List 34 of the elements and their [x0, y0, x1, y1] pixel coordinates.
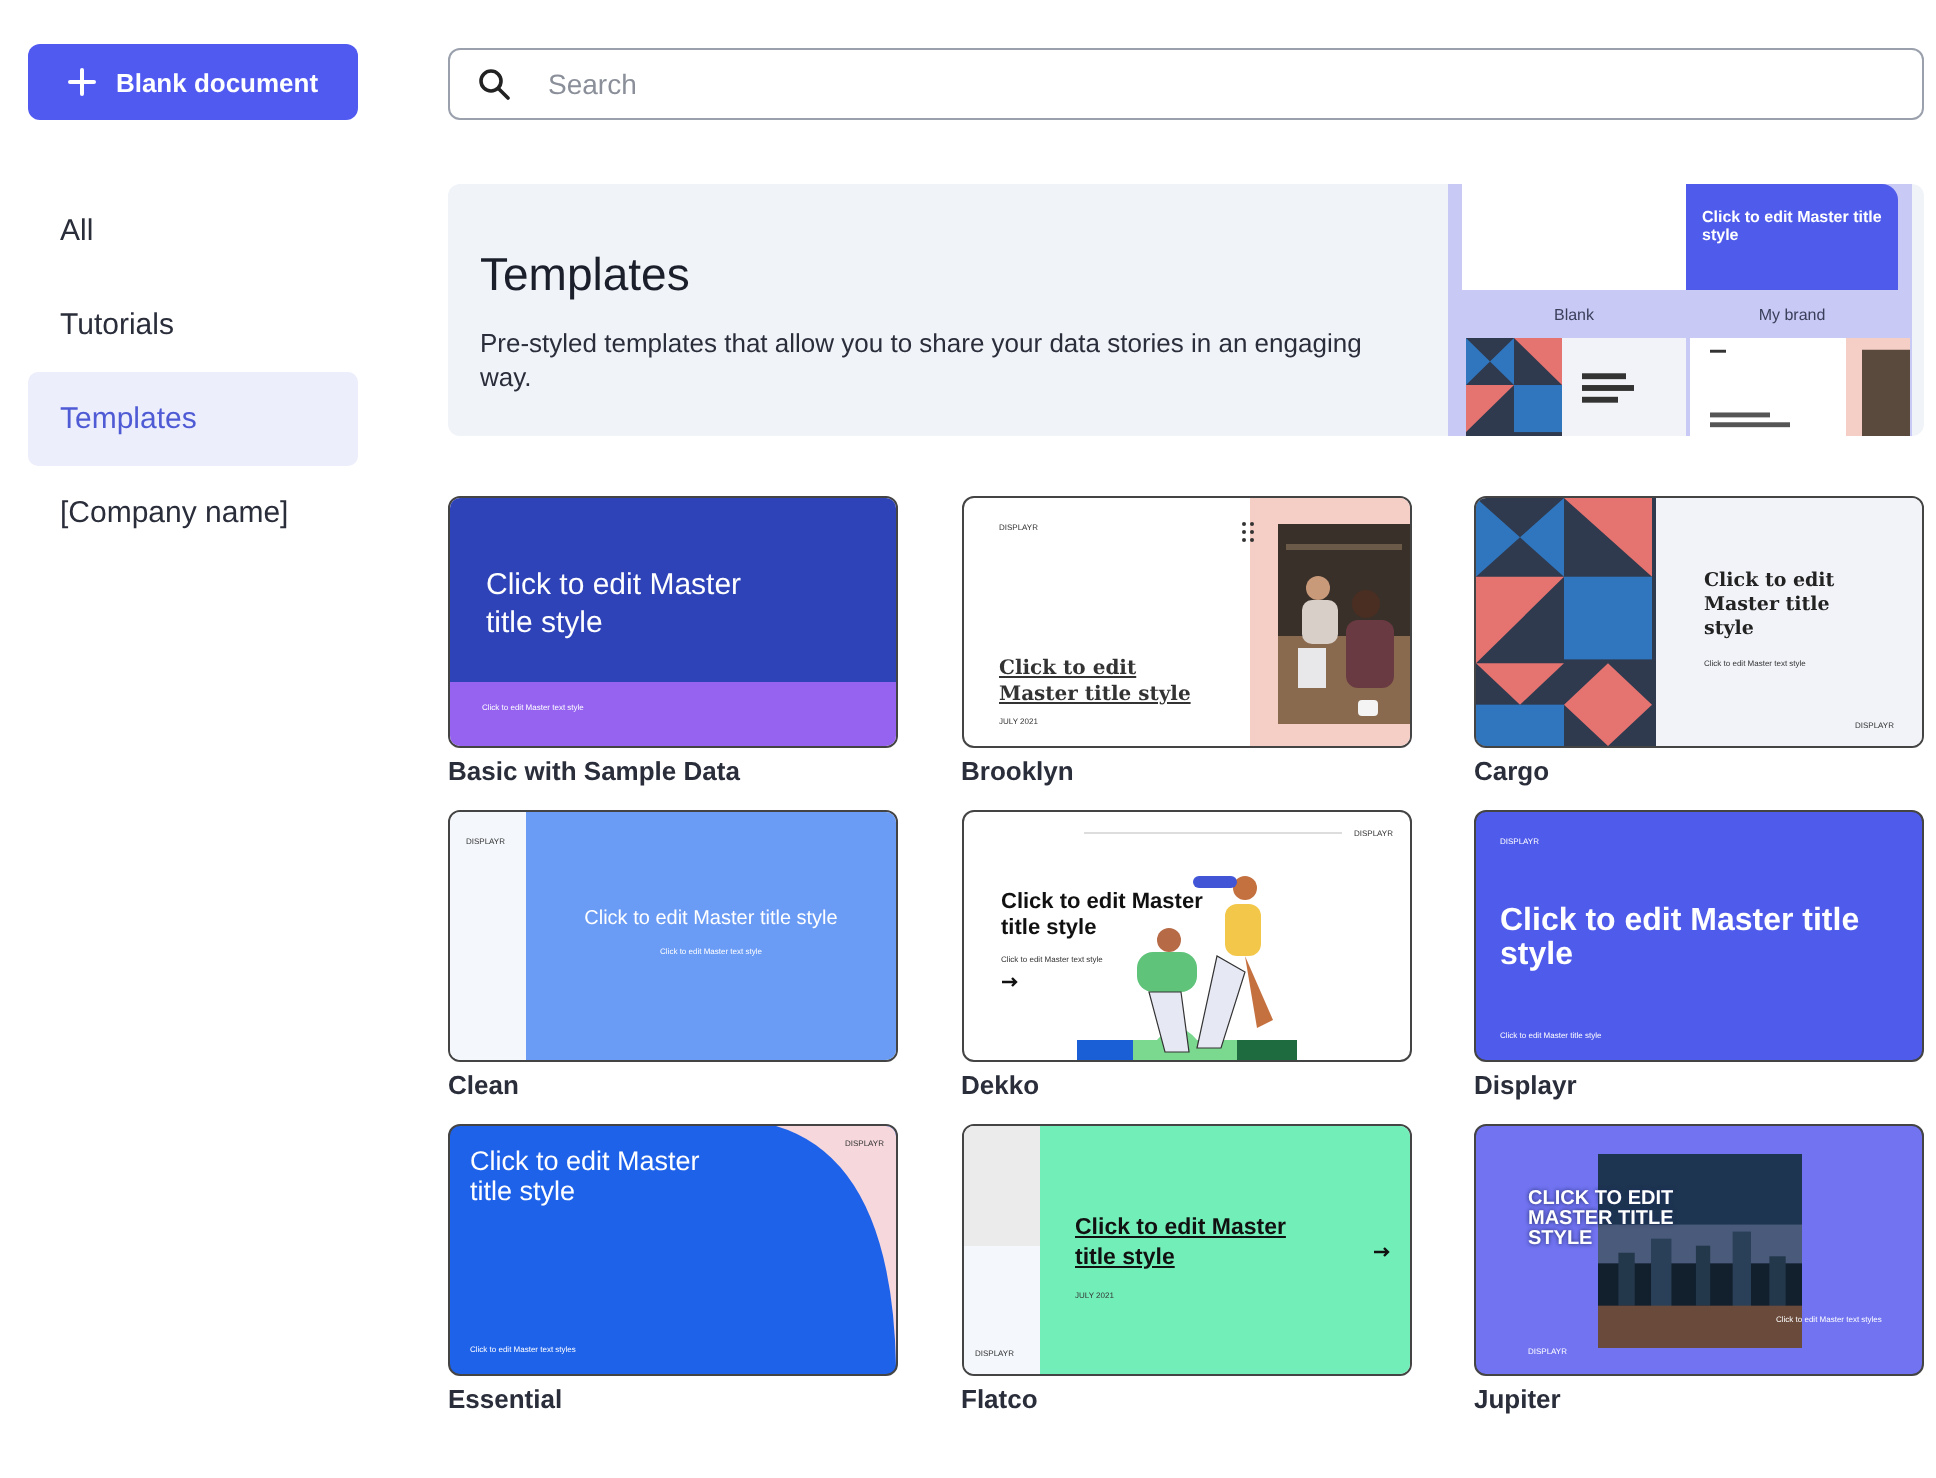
- sidebar-item[interactable]: Templates: [28, 372, 358, 466]
- slide-title: Click to edit Master title style: [1702, 208, 1882, 244]
- template-name[interactable]: Displayr: [1474, 1070, 1924, 1100]
- search-icon: [478, 68, 510, 100]
- template-name[interactable]: Dekko: [961, 1070, 1411, 1100]
- template-name[interactable]: Essential: [448, 1384, 898, 1414]
- template-name[interactable]: Jupiter: [1474, 1384, 1924, 1414]
- sidebar-item[interactable]: Tutorials: [28, 278, 358, 372]
- slide-title: Click to edit Master title style: [486, 566, 744, 642]
- preview-label: My brand: [1756, 305, 1828, 323]
- slide-title: Click to edit Master title style: [1001, 890, 1205, 942]
- arrow-icon: [1373, 1246, 1389, 1258]
- blank-document-button[interactable]: Blank document: [28, 44, 358, 120]
- dots-icon: [1241, 522, 1253, 542]
- template-name[interactable]: Brooklyn: [961, 756, 1411, 786]
- template-name[interactable]: Clean: [448, 1070, 898, 1100]
- banner-description: Pre-styled templates that allow you to share your data stories in an engaging way.: [480, 326, 1364, 394]
- banner-title: Templates: [480, 248, 692, 302]
- template-name[interactable]: Basic with Sample Data: [448, 756, 898, 786]
- slide-title: Click to edit Master title style: [1075, 1214, 1288, 1274]
- sidebar-item[interactable]: All: [28, 184, 358, 278]
- slide-panel: [963, 1126, 1039, 1246]
- preview-label: Blank: [1551, 305, 1596, 323]
- sidebar-item[interactable]: [Company name]: [28, 466, 358, 560]
- template-name[interactable]: Cargo: [1474, 756, 1924, 786]
- search-field[interactable]: Search: [448, 48, 1924, 120]
- slide-title: Click to edit Master title style: [1704, 570, 1837, 642]
- slide-title: Click to edit Master title style: [999, 656, 1193, 708]
- arrow-icon: [1001, 976, 1017, 988]
- slide-title: Click to edit Master title style: [470, 1146, 702, 1206]
- slide-title: Click to edit Master title style: [1500, 904, 1862, 972]
- slide-title: Click to edit Master title style: [584, 908, 838, 930]
- plus-icon: [67, 68, 96, 96]
- template-name[interactable]: Flatco: [961, 1384, 1411, 1414]
